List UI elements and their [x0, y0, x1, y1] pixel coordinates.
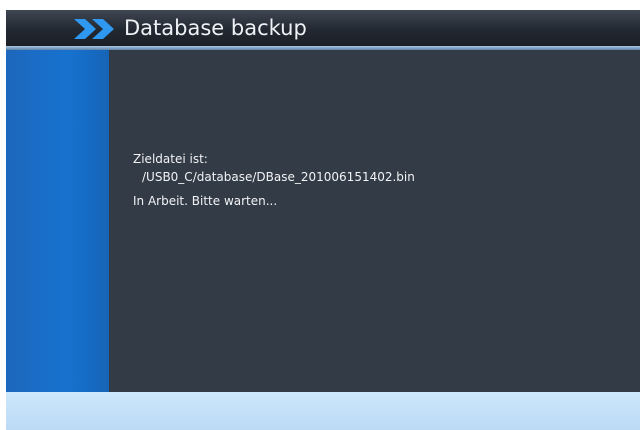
backup-message: Zieldatei ist: /USB0_C/database/DBase_20… — [133, 150, 415, 210]
content-panel: Zieldatei ist: /USB0_C/database/DBase_20… — [109, 50, 640, 392]
target-path: /USB0_C/database/DBase_201006151402.bin — [142, 170, 415, 184]
status-text: In Arbeit. Bitte warten... — [133, 194, 278, 208]
title-bar: Database backup — [6, 10, 640, 47]
double-chevron-right-icon — [74, 19, 114, 39]
page-title: Database backup — [124, 16, 307, 40]
backup-screen: Database backup Zieldatei ist: /USB0_C/d… — [0, 0, 644, 430]
target-label: Zieldatei ist: — [133, 152, 208, 166]
left-sidebar — [6, 50, 109, 392]
bottom-status-bar — [6, 392, 640, 430]
